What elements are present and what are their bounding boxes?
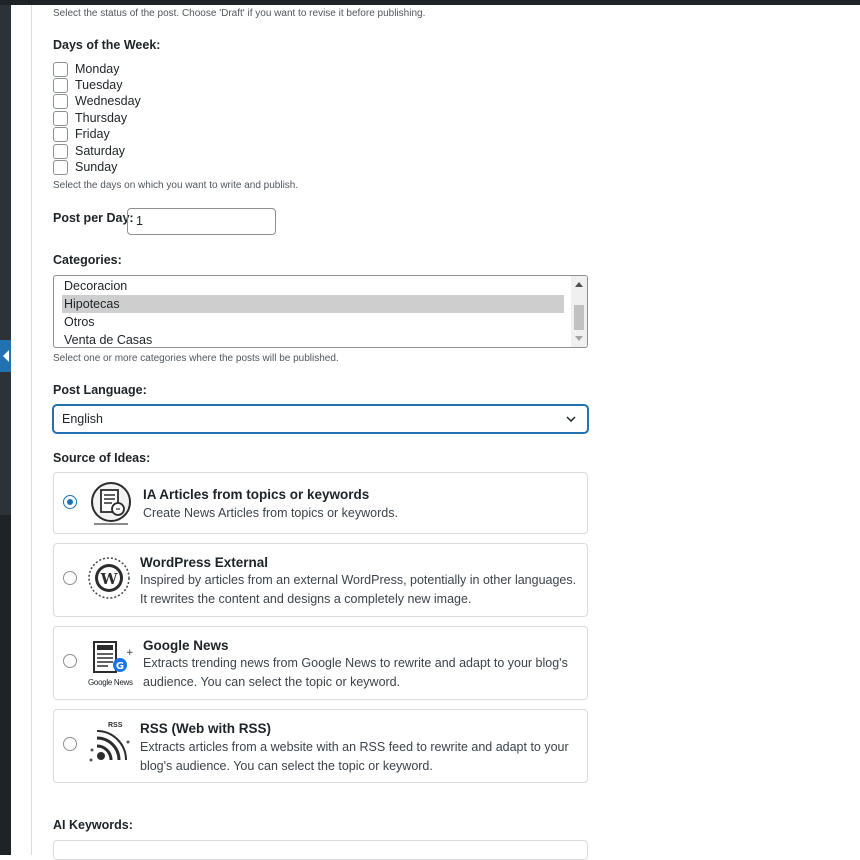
day-thursday[interactable]: Thursday [53,110,127,126]
admin-sidebar-lower [0,515,11,855]
source-option-rss[interactable]: RSS RSS (Web with RSS) Extracts articles… [53,709,588,783]
saturday-checkbox[interactable] [53,143,68,159]
sunday-checkbox[interactable] [53,159,68,175]
chevron-down-icon [566,416,576,423]
rss-icon-caption: RSS [108,722,123,729]
sidebar-collapse-arrow-icon[interactable] [0,340,11,372]
keywords-input[interactable] [53,840,588,860]
wordpress-desc: Inspired by articles from an external Wo… [140,573,577,606]
language-selected-value: English [62,412,103,426]
category-option[interactable]: Decoracion [62,277,564,295]
google-news-radio[interactable] [63,654,77,668]
source-label: Source of Ideas: [53,451,151,465]
day-monday[interactable]: Monday [53,61,119,77]
wordpress-title: WordPress External [140,555,269,570]
friday-checkbox[interactable] [53,126,68,142]
day-friday[interactable]: Friday [53,126,110,142]
wordpress-icon: W [88,557,130,599]
monday-checkbox[interactable] [53,61,68,77]
google-news-title: Google News [143,638,229,653]
days-help-text: Select the days on which you want to wri… [53,180,299,191]
rss-icon: RSS [88,722,134,770]
scroll-down-arrow-icon[interactable] [575,336,583,341]
category-option[interactable]: Otros [62,313,564,331]
admin-top-bar [0,0,860,5]
source-option-ia-articles[interactable]: IA Articles from topics or keywords Crea… [53,472,588,534]
scrollbar-thumb[interactable] [574,305,584,330]
tuesday-checkbox[interactable] [53,77,68,93]
post-per-day-input[interactable]: 1 [127,208,276,235]
scroll-up-arrow-icon[interactable] [575,282,583,287]
categories-help-text: Select one or more categories where the … [53,353,339,364]
categories-scrollbar[interactable] [571,276,587,347]
svg-text:G: G [116,661,124,672]
category-option-selected[interactable]: Hipotecas [62,295,564,313]
google-news-desc: Extracts trending news from Google News … [143,656,568,689]
ia-articles-desc: Create News Articles from topics or keyw… [143,506,398,520]
ia-articles-title: IA Articles from topics or keywords [143,487,370,502]
google-news-icon-caption: Google News [88,678,133,687]
language-select[interactable]: English [53,405,588,433]
rss-title: RSS (Web with RSS) [140,721,272,736]
status-help-text: Select the status of the post. Choose 'D… [53,8,426,19]
svg-text:W: W [100,570,119,588]
ia-articles-radio[interactable] [63,495,77,509]
category-option[interactable]: Venta de Casas [62,331,564,347]
svg-text:+: + [126,648,134,658]
rss-desc: Extracts articles from a website with an… [140,740,569,773]
google-news-icon: G + Google News [88,639,136,691]
categories-label: Categories: [53,253,122,267]
day-tuesday[interactable]: Tuesday [53,77,122,93]
source-option-wordpress[interactable]: W WordPress External Inspired by article… [53,543,588,617]
document-icon [91,482,131,525]
day-saturday[interactable]: Saturday [53,143,125,159]
keywords-label: AI Keywords: [53,818,133,832]
thursday-checkbox[interactable] [53,110,68,126]
rss-radio[interactable] [63,737,77,751]
language-label: Post Language: [53,383,147,397]
days-label: Days of the Week: [53,38,161,52]
content-divider [31,5,32,855]
wordpress-radio[interactable] [63,571,77,585]
day-sunday[interactable]: Sunday [53,159,117,175]
day-wednesday[interactable]: Wednesday [53,93,141,109]
source-option-google-news[interactable]: G + Google News Google News Extracts tre… [53,626,588,700]
wednesday-checkbox[interactable] [53,93,68,109]
post-per-day-label: Post per Day: [53,211,134,225]
categories-listbox[interactable]: Decoracion Hipotecas Otros Venta de Casa… [53,275,588,348]
